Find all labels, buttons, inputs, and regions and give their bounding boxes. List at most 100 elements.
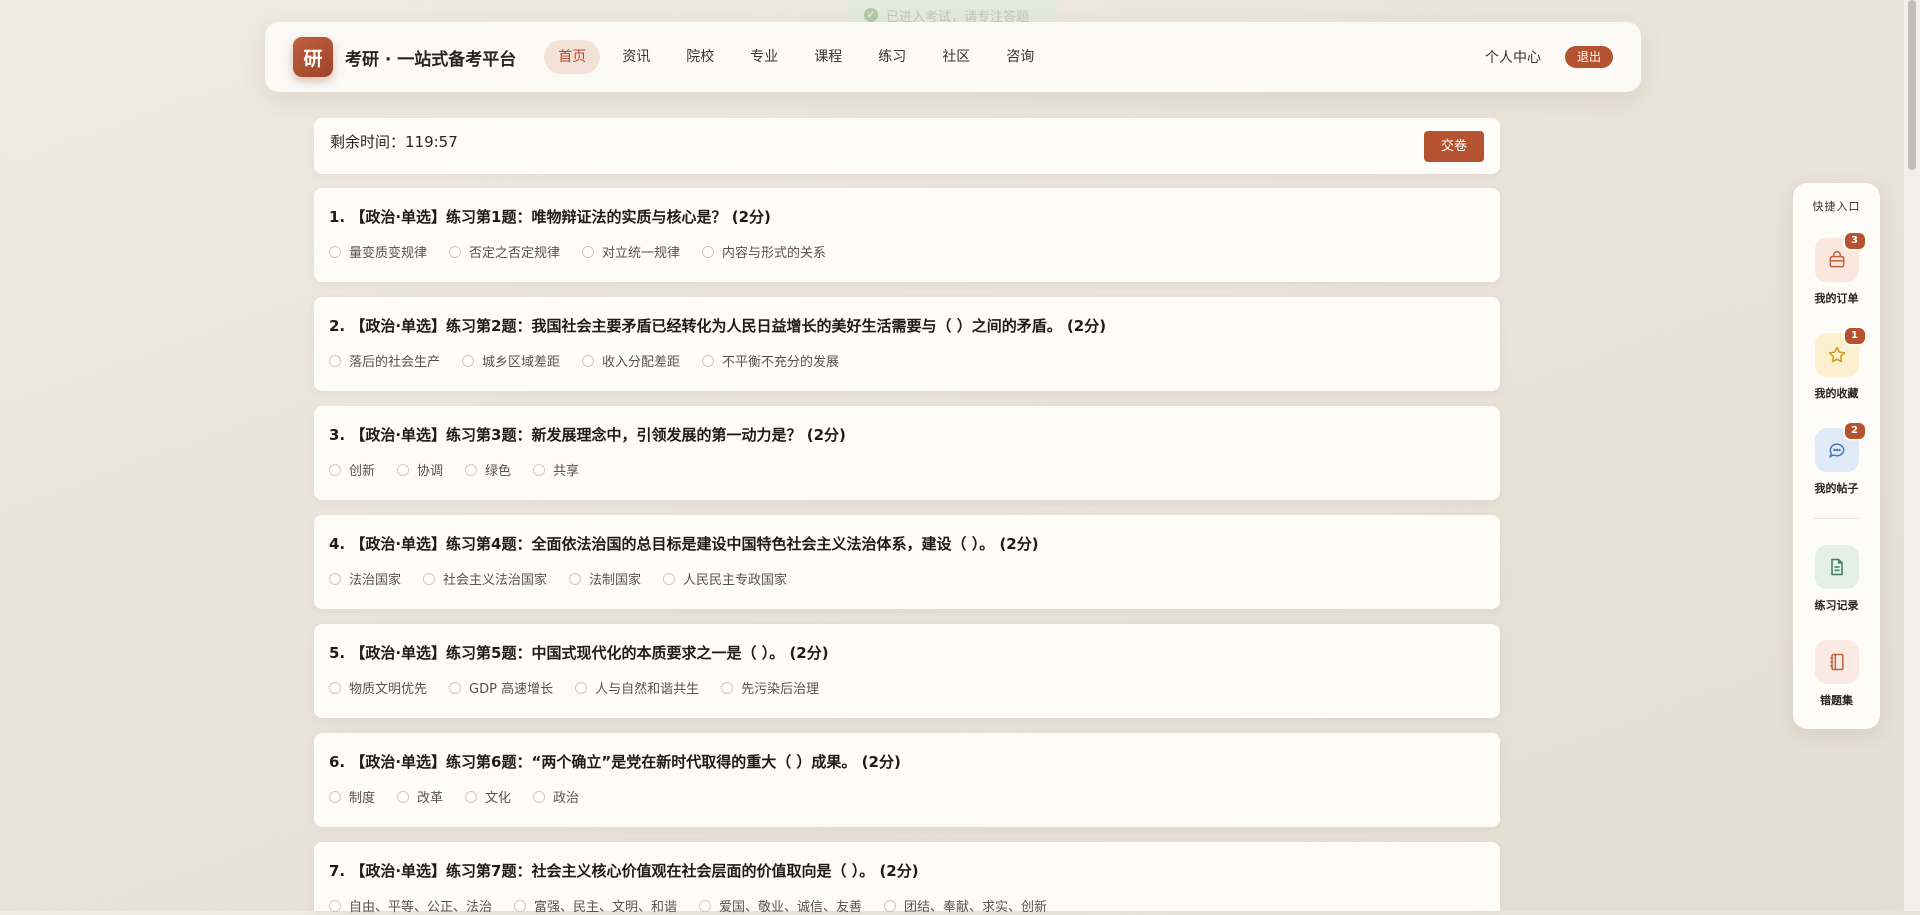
scrollbar-thumb[interactable] — [1908, 0, 1916, 170]
option-item[interactable]: 人与自然和谐共生 — [575, 678, 699, 697]
submit-exam-button[interactable]: 交卷 — [1424, 130, 1484, 162]
quick-item-label: 我的帖子 — [1814, 482, 1859, 495]
page-scrollbar[interactable] — [1904, 0, 1920, 911]
nav-item-consult[interactable]: 咨询 — [992, 40, 1048, 74]
radio-button[interactable] — [702, 354, 715, 367]
question-title: 7. 【政治·单选】练习第7题：社会主义核心价值观在社会层面的价值取向是（ ）。… — [329, 862, 919, 880]
radio-button[interactable] — [397, 790, 410, 803]
site-logo[interactable]: 研 — [293, 37, 333, 77]
option-label: 绿色 — [485, 464, 512, 479]
posts-count-badge: 2 — [1842, 421, 1867, 441]
radio-button[interactable] — [329, 572, 341, 585]
radio-button[interactable] — [329, 790, 341, 803]
radio-button[interactable] — [465, 790, 478, 803]
question-card: 5. 【政治·单选】练习第5题：中国式现代化的本质要求之一是（ ）。 (2分) … — [314, 624, 1500, 718]
radio-button[interactable] — [465, 463, 478, 476]
radio-button[interactable] — [575, 681, 588, 694]
question-card: 3. 【政治·单选】练习第3题：新发展理念中，引领发展的第一动力是？ (2分) … — [314, 406, 1500, 500]
nav-item-home[interactable]: 首页 — [544, 40, 601, 74]
nav-item-majors[interactable]: 专业 — [736, 40, 792, 74]
option-item[interactable]: 富强、民主、文明、和谐 — [514, 896, 677, 915]
quick-item-wrong-answers[interactable]: 错题集 — [1793, 640, 1880, 708]
header-user-area: 个人中心 退出 — [1485, 46, 1613, 68]
radio-button[interactable] — [514, 899, 527, 912]
option-item[interactable]: 文化 — [465, 787, 511, 806]
question-options: 法治国家 社会主义法治国家 法制国家 人民民主专政国家 — [329, 569, 1485, 588]
radio-button[interactable] — [449, 681, 462, 694]
nav-item-news[interactable]: 资讯 — [608, 40, 664, 74]
option-item[interactable]: 内容与形式的关系 — [702, 242, 826, 261]
nav-item-schools[interactable]: 院校 — [672, 40, 728, 74]
user-center-link[interactable]: 个人中心 — [1485, 47, 1541, 67]
option-item[interactable]: 对立统一规律 — [582, 242, 680, 261]
option-item[interactable]: 制度 — [329, 787, 375, 806]
radio-button[interactable] — [569, 572, 582, 585]
option-item[interactable]: 落后的社会生产 — [329, 351, 440, 370]
option-item[interactable]: 法制国家 — [569, 569, 641, 588]
option-label: 落后的社会生产 — [349, 355, 441, 370]
radio-button[interactable] — [449, 245, 462, 258]
question-title: 6. 【政治·单选】练习第6题：“两个确立”是党在新时代取得的重大（ ）成果。 … — [329, 753, 901, 771]
option-item[interactable]: 共享 — [533, 460, 579, 479]
radio-button[interactable] — [533, 463, 546, 476]
option-item[interactable]: 否定之否定规律 — [449, 242, 560, 261]
orders-count-badge: 3 — [1842, 231, 1867, 251]
radio-button[interactable] — [329, 463, 341, 476]
option-label: 量变质变规律 — [349, 246, 428, 261]
radio-button[interactable] — [533, 790, 546, 803]
option-item[interactable]: 收入分配差距 — [582, 351, 680, 370]
radio-button[interactable] — [582, 245, 595, 258]
option-item[interactable]: 自由、平等、公正、法治 — [329, 896, 492, 915]
radio-button[interactable] — [423, 572, 436, 585]
option-item[interactable]: 政治 — [533, 787, 579, 806]
option-item[interactable]: 先污染后治理 — [721, 678, 819, 697]
quick-item-posts[interactable]: 2 我的帖子 — [1793, 421, 1880, 496]
radio-button[interactable] — [329, 354, 341, 367]
option-label: 共享 — [553, 464, 580, 479]
option-label: 收入分配差距 — [602, 355, 681, 370]
nav-item-courses[interactable]: 课程 — [800, 40, 856, 74]
radio-button[interactable] — [582, 354, 595, 367]
radio-button[interactable] — [329, 899, 341, 912]
option-label: 社会主义法治国家 — [443, 573, 548, 588]
radio-button[interactable] — [397, 463, 410, 476]
option-item[interactable]: 量变质变规律 — [329, 242, 427, 261]
quick-item-practice-records[interactable]: 练习记录 — [1793, 545, 1880, 613]
shopping-bag-icon: 3 — [1814, 231, 1867, 282]
radio-button[interactable] — [329, 681, 341, 694]
question-options: 物质文明优先 GDP 高速增长 人与自然和谐共生 先污染后治理 — [329, 678, 1485, 697]
question-title: 3. 【政治·单选】练习第3题：新发展理念中，引领发展的第一动力是？ (2分) — [329, 426, 846, 444]
radio-button[interactable] — [884, 899, 897, 912]
option-item[interactable]: 团结、奉献、求实、创新 — [884, 896, 1047, 915]
radio-button[interactable] — [663, 572, 676, 585]
option-item[interactable]: 不平衡不充分的发展 — [702, 351, 839, 370]
logout-button[interactable]: 退出 — [1564, 46, 1613, 68]
option-item[interactable]: GDP 高速增长 — [449, 678, 553, 697]
option-item[interactable]: 改革 — [397, 787, 443, 806]
radio-button[interactable] — [462, 354, 475, 367]
question-options: 量变质变规律 否定之否定规律 对立统一规律 内容与形式的关系 — [329, 242, 1485, 261]
option-item[interactable]: 协调 — [397, 460, 443, 479]
option-item[interactable]: 创新 — [329, 460, 375, 479]
option-label: 城乡区域差距 — [482, 355, 561, 370]
radio-button[interactable] — [699, 899, 712, 912]
option-item[interactable]: 绿色 — [465, 460, 511, 479]
nav-item-practice[interactable]: 练习 — [864, 40, 920, 74]
exam-timer-bar: 剩余时间：119:57 交卷 — [314, 118, 1500, 174]
option-item[interactable]: 社会主义法治国家 — [423, 569, 547, 588]
option-item[interactable]: 法治国家 — [329, 569, 401, 588]
quick-item-orders[interactable]: 3 我的订单 — [1793, 231, 1880, 306]
option-label: 富强、民主、文明、和谐 — [534, 900, 678, 915]
site-brand[interactable]: 考研 · 一站式备考平台 — [345, 45, 516, 70]
question-card: 2. 【政治·单选】练习第2题：我国社会主要矛盾已经转化为人民日益增长的美好生活… — [314, 297, 1500, 391]
radio-button[interactable] — [721, 681, 734, 694]
option-item[interactable]: 城乡区域差距 — [462, 351, 560, 370]
option-item[interactable]: 物质文明优先 — [329, 678, 427, 697]
nav-item-community[interactable]: 社区 — [928, 40, 984, 74]
quick-access-panel: 快捷入口 3 我的订单 1 我的收藏 2 我的帖子 练习记录 错题集 — [1793, 183, 1880, 729]
option-item[interactable]: 人民民主专政国家 — [663, 569, 787, 588]
option-item[interactable]: 爱国、敬业、诚信、友善 — [699, 896, 862, 915]
quick-item-favorites[interactable]: 1 我的收藏 — [1793, 326, 1880, 401]
radio-button[interactable] — [702, 245, 715, 258]
radio-button[interactable] — [329, 245, 341, 258]
